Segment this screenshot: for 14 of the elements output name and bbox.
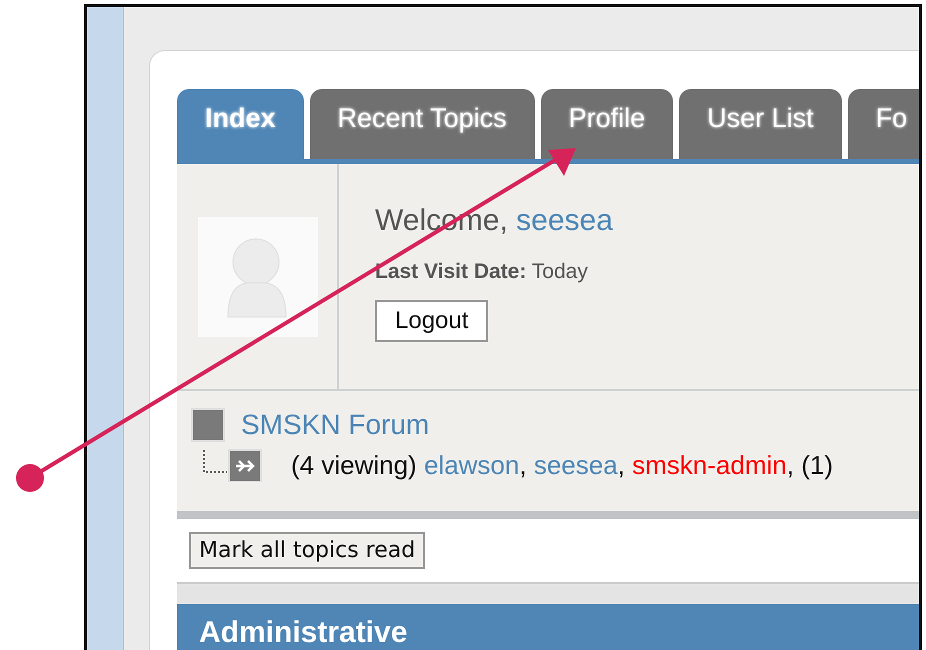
tab[interactable]: Profile bbox=[540, 89, 674, 159]
section-title: Administrative bbox=[199, 616, 408, 649]
viewing-users-text: (4 viewing) elawson, seesea, smskn-admin, (1) bbox=[291, 450, 833, 480]
last-visit-text: Last Visit Date: Today bbox=[375, 260, 589, 284]
avatar-icon bbox=[198, 217, 318, 337]
logout-button[interactable]: Logout bbox=[375, 300, 488, 342]
mark-read-button[interactable]: Mark all topics read bbox=[189, 532, 426, 569]
tab[interactable]: User List bbox=[679, 89, 842, 159]
forum-link[interactable]: SMSKN Forum bbox=[241, 409, 430, 441]
tab[interactable]: Fo bbox=[848, 89, 919, 159]
forum-icon bbox=[191, 408, 225, 442]
tab[interactable]: Index bbox=[177, 89, 304, 159]
tab[interactable]: Recent Topics bbox=[310, 89, 535, 159]
tree-connector-icon bbox=[203, 448, 263, 482]
